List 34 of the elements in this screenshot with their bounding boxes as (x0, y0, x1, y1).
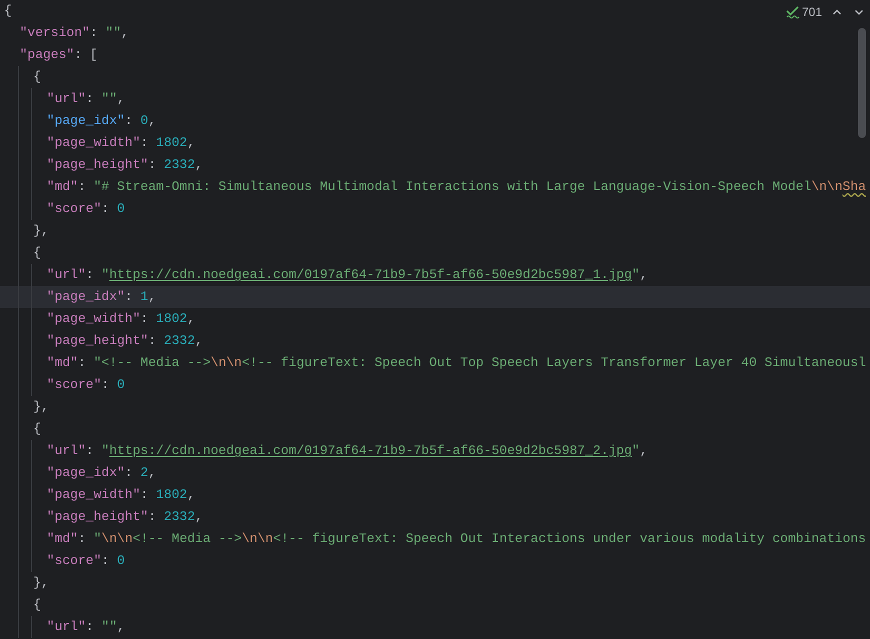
check-icon (786, 5, 800, 19)
code-line: "page_width": 1802, (46, 134, 196, 152)
code-line: "score": 0 (46, 376, 125, 394)
code-line: }, (33, 574, 49, 592)
code-line: "page_height": 2332, (46, 508, 203, 526)
code-line: "page_height": 2332, (46, 332, 203, 350)
code-line: "url": "https://cdn.noedgeai.com/0197af64-71b9-7b5f-af66-50e9d2bc5987_1.jpg", (46, 266, 648, 284)
code-line: "url": "", (46, 90, 125, 108)
code-line: "pages": [ (20, 46, 98, 64)
code-line: "page_idx": 0, (46, 112, 156, 130)
code-line: "url": "https://cdn.noedgeai.com/0197af64-71b9-7b5f-af66-50e9d2bc5987_2.jpg", (46, 442, 648, 460)
code-line: { (33, 244, 41, 262)
code-line: "score": 0 (46, 200, 125, 218)
code-line: "page_idx": 1, (46, 288, 156, 306)
code-line: "score": 0 (46, 552, 125, 570)
code-line: "page_width": 1802, (46, 486, 196, 504)
code-line: }, (33, 222, 49, 240)
chevron-up-icon[interactable] (832, 7, 842, 17)
code-line: { (4, 2, 12, 20)
code-line: { (33, 596, 41, 614)
code-line: "page_height": 2332, (46, 156, 203, 174)
code-line: "page_width": 1802, (46, 310, 196, 328)
chevron-down-icon[interactable] (854, 7, 864, 17)
code-line: "md": "\n\n<!-- Media -->\n\n<!-- figureText: Speech Out Interactions under various modality combinations (46, 530, 866, 548)
code-line: "md": "<!-- Media -->\n\n<!-- figureText: Speech Out Top Speech Layers Transformer Layer 40 Simultaneousl (46, 354, 866, 372)
code-line: "url": "", (46, 618, 125, 636)
code-line: "page_idx": 2, (46, 464, 156, 482)
code-line: "version": "", (20, 24, 129, 42)
scrollbar-thumb[interactable] (858, 28, 866, 138)
code-line: { (33, 420, 41, 438)
code-line: "md": "# Stream-Omni: Simultaneous Multimodal Interactions with Large Language-Vision-Speech Model\n\nSha (46, 178, 866, 196)
code-line: }, (33, 398, 49, 416)
problem-count: 701 (802, 4, 822, 21)
code-line: { (33, 68, 41, 86)
